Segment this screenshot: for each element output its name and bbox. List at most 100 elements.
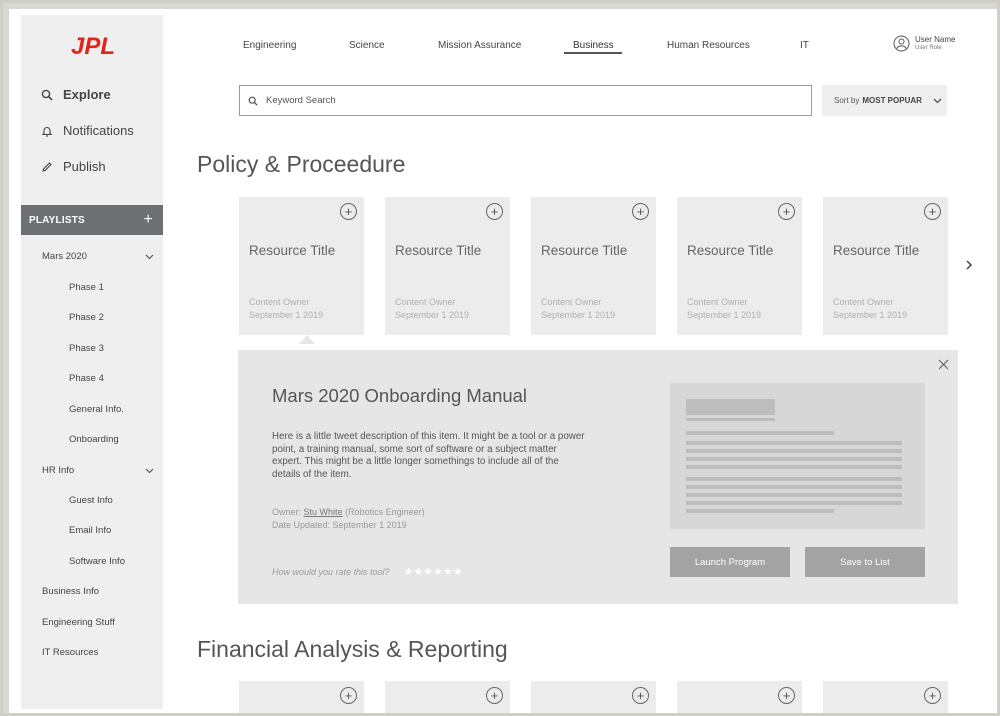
- resource-card[interactable]: +: [677, 681, 802, 713]
- playlist-group-engineering-stuff[interactable]: Engineering Stuff: [42, 617, 154, 628]
- playlists-label: PLAYLISTS: [29, 214, 85, 226]
- user-menu[interactable]: User Name User Role: [893, 35, 955, 52]
- nav-mission-assurance[interactable]: Mission Assurance: [438, 40, 521, 51]
- resource-card[interactable]: +: [385, 681, 510, 713]
- owner-link[interactable]: Stu White: [304, 507, 343, 517]
- add-circle-icon[interactable]: +: [632, 687, 649, 704]
- chevron-right-icon[interactable]: [965, 259, 973, 271]
- resource-title: Resource Title: [687, 243, 774, 258]
- resource-date: September 1 2019: [687, 310, 762, 320]
- preview-line: [686, 509, 834, 513]
- preview-line: [686, 477, 902, 481]
- section-title-financial: Financial Analysis & Reporting: [197, 636, 508, 662]
- nav-it[interactable]: IT: [800, 40, 809, 51]
- preview-line: [686, 431, 834, 435]
- playlist-group-it-resources[interactable]: IT Resources: [42, 647, 154, 658]
- preview-line: [686, 418, 775, 421]
- owner-label: Owner:: [272, 507, 302, 517]
- chevron-down-icon[interactable]: [145, 254, 154, 260]
- detail-panel: Mars 2020 Onboarding Manual Here is a li…: [238, 350, 958, 604]
- playlist-item-phase-4[interactable]: Phase 4: [69, 373, 104, 384]
- resource-date: September 1 2019: [395, 310, 470, 320]
- detail-description: Here is a little tweet description of th…: [272, 431, 585, 480]
- bell-icon: [41, 126, 53, 137]
- rating-stars[interactable]: ★★★★★★: [404, 565, 463, 578]
- sort-value: MOST POPUAR: [862, 96, 922, 105]
- nav-human-resources[interactable]: Human Resources: [667, 40, 750, 51]
- resource-date: September 1 2019: [541, 310, 616, 320]
- pencil-icon: [42, 161, 52, 172]
- playlist-item-general-info[interactable]: General Info.: [69, 404, 124, 415]
- resource-owner: Content Owner: [833, 297, 894, 307]
- sidebar-link-notifications[interactable]: Notifications: [41, 123, 134, 138]
- close-icon[interactable]: [938, 359, 949, 370]
- add-circle-icon[interactable]: +: [778, 203, 795, 220]
- preview-line: [686, 485, 902, 489]
- sidebar-link-explore[interactable]: Explore: [41, 87, 111, 102]
- detail-date-updated: Date Updated: September 1 2019: [272, 520, 407, 530]
- playlist-group-business-info[interactable]: Business Info: [42, 586, 154, 597]
- playlist-group-mars-2020[interactable]: Mars 2020: [42, 251, 154, 262]
- search-icon: [248, 96, 258, 106]
- resource-owner: Content Owner: [249, 297, 310, 307]
- document-preview: [670, 383, 925, 529]
- resource-card[interactable]: + Resource Title Content Owner September…: [239, 197, 364, 335]
- rating-row: How would you rate this tool? ★★★★★★: [272, 565, 463, 578]
- resource-card[interactable]: + Resource Title Content Owner September…: [385, 197, 510, 335]
- resource-title: Resource Title: [249, 243, 336, 258]
- add-circle-icon[interactable]: +: [924, 203, 941, 220]
- add-circle-icon[interactable]: +: [632, 203, 649, 220]
- resource-date: September 1 2019: [249, 310, 324, 320]
- search-input[interactable]: [266, 95, 766, 106]
- playlist-item-email-info[interactable]: Email Info: [69, 525, 111, 536]
- add-circle-icon[interactable]: +: [486, 203, 503, 220]
- resource-title: Resource Title: [395, 243, 482, 258]
- sort-prefix: Sort by: [834, 96, 860, 105]
- resource-card[interactable]: +: [823, 681, 948, 713]
- add-circle-icon[interactable]: +: [924, 687, 941, 704]
- playlist-item-phase-3[interactable]: Phase 3: [69, 343, 104, 354]
- nav-business[interactable]: Business: [573, 40, 614, 51]
- save-to-list-button[interactable]: Save to List: [805, 547, 925, 577]
- nav-science[interactable]: Science: [349, 40, 385, 51]
- add-circle-icon[interactable]: +: [778, 687, 795, 704]
- svg-text:JPL: JPL: [71, 33, 115, 57]
- search-box[interactable]: [239, 85, 812, 116]
- add-circle-icon[interactable]: +: [340, 687, 357, 704]
- add-circle-icon[interactable]: +: [340, 203, 357, 220]
- preview-heading-block: [686, 399, 775, 415]
- resource-card[interactable]: + Resource Title Content Owner September…: [677, 197, 802, 335]
- sort-dropdown[interactable]: Sort by MOST POPUAR: [822, 85, 947, 116]
- add-playlist-icon[interactable]: +: [143, 212, 153, 228]
- owner-role: (Robotics Engineer): [345, 507, 425, 517]
- resource-card[interactable]: +: [239, 681, 364, 713]
- launch-program-button[interactable]: Launch Program: [670, 547, 790, 577]
- playlist-item-onboarding[interactable]: Onboarding: [69, 434, 119, 445]
- playlist-item-software-info[interactable]: Software Info: [69, 556, 125, 567]
- playlist-item-guest-info[interactable]: Guest Info: [69, 495, 113, 506]
- nav-engineering[interactable]: Engineering: [243, 40, 296, 51]
- chevron-down-icon: [933, 98, 942, 103]
- resource-card[interactable]: + Resource Title Content Owner September…: [823, 197, 948, 335]
- resource-owner: Content Owner: [395, 297, 456, 307]
- playlist-item-phase-1[interactable]: Phase 1: [69, 282, 104, 293]
- playlist-group-label: HR Info: [42, 465, 75, 476]
- detail-title: Mars 2020 Onboarding Manual: [272, 385, 528, 406]
- user-role: User Role: [915, 45, 942, 51]
- sidebar-link-label: Publish: [63, 159, 106, 174]
- add-circle-icon[interactable]: +: [486, 687, 503, 704]
- playlist-item-phase-2[interactable]: Phase 2: [69, 312, 104, 323]
- playlists-header: PLAYLISTS +: [21, 205, 163, 235]
- jpl-logo[interactable]: JPL: [59, 33, 127, 57]
- preview-line: [686, 493, 902, 497]
- playlist-group-hr-info[interactable]: HR Info: [42, 465, 154, 476]
- chevron-down-icon[interactable]: [145, 468, 154, 474]
- resource-title: Resource Title: [833, 243, 920, 258]
- resource-owner: Content Owner: [687, 297, 748, 307]
- resource-card[interactable]: + Resource Title Content Owner September…: [531, 197, 656, 335]
- resource-card[interactable]: +: [531, 681, 656, 713]
- preview-line: [686, 449, 902, 453]
- user-name: User Name: [915, 35, 956, 44]
- sidebar-link-publish[interactable]: Publish: [41, 159, 106, 174]
- page: JPL Explore Notifications Publish PLAYLI…: [9, 9, 997, 713]
